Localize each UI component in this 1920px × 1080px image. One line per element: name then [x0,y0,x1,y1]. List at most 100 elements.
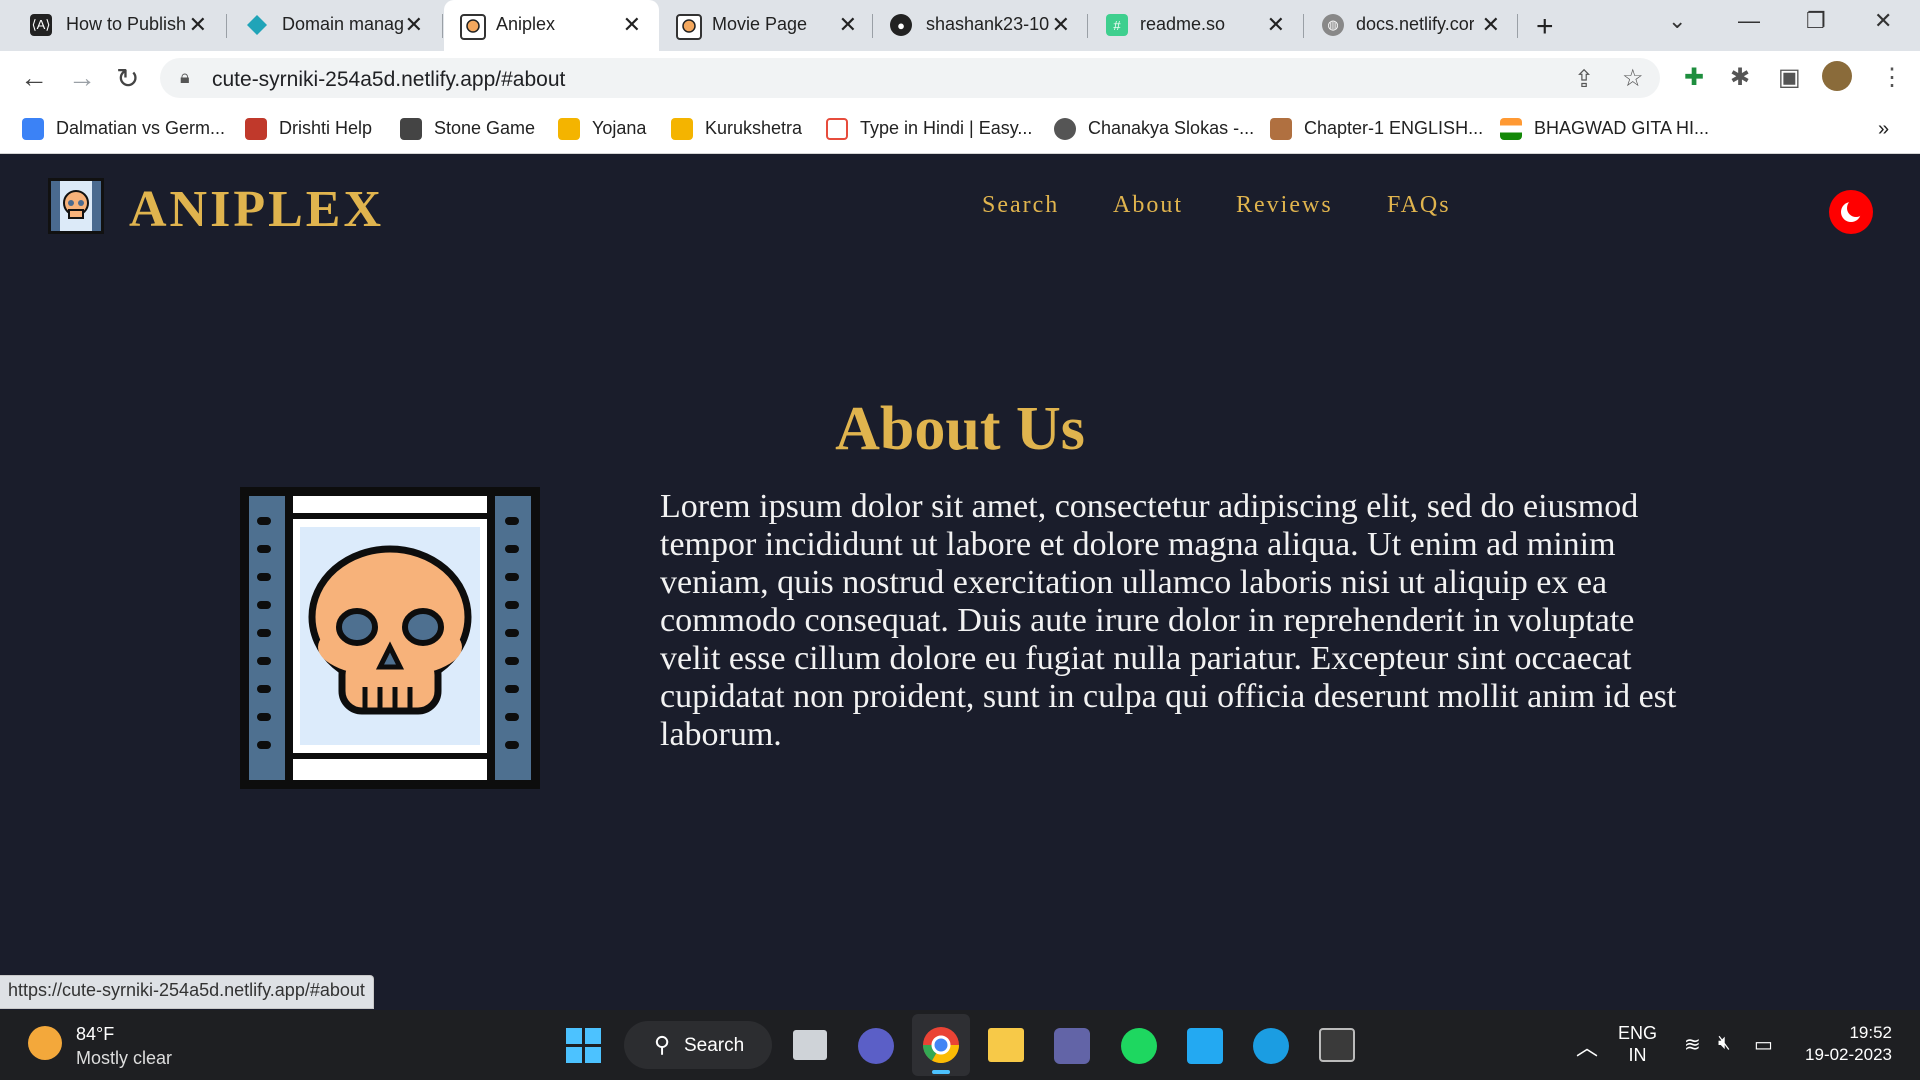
india-flag-icon [1500,118,1522,141]
more-bookmarks-icon[interactable]: » [1878,118,1889,141]
globe-icon [1054,118,1076,141]
nav-about[interactable]: About [1113,192,1183,219]
menu-kebab-icon[interactable]: ⋮ [1880,63,1904,92]
theme-toggle-button[interactable] [1829,190,1873,234]
region-code: IN [1628,1045,1647,1065]
close-icon[interactable]: ✕ [405,12,423,38]
tab-github[interactable]: ● shashank23-10 ✕ [874,0,1088,51]
minimize-icon[interactable]: — [1738,8,1760,34]
nav-search[interactable]: Search [982,192,1059,219]
aniplex-logo-icon[interactable] [47,177,105,235]
close-icon[interactable]: ✕ [1482,12,1500,38]
side-panel-icon[interactable]: ▣ [1778,63,1801,92]
teams-icon[interactable] [1054,1028,1090,1064]
forward-icon[interactable]: → [68,62,96,94]
nav-reviews[interactable]: Reviews [1236,192,1333,219]
taskbar-clock[interactable]: 19:52 19-02-2023 [1800,1022,1892,1066]
hash-icon: # [1106,14,1128,36]
taskbar-search-label: Search [684,1035,745,1056]
bookmark-item[interactable]: Stone Game [400,118,536,141]
brand-name[interactable]: ANIPLEX [129,180,384,239]
url-text[interactable]: cute-syrniki-254a5d.netlify.app/#about [212,68,565,92]
bookmark-label: Stone Game [434,118,536,138]
link-status-bubble: https://cute-syrniki-254a5d.netlify.app/… [0,975,374,1009]
edge-icon[interactable] [1253,1028,1289,1064]
address-bar[interactable]: 🔒︎ cute-syrniki-254a5d.netlify.app/#abou… [160,58,1660,98]
paw-icon [22,118,44,141]
clock-time: 19:52 [1849,1023,1892,1042]
bookmark-item[interactable]: Kurukshetra [671,118,802,141]
weather-temperature[interactable]: 84°F [76,1024,114,1045]
close-window-icon[interactable]: ✕ [1874,8,1892,34]
skull-film-icon [460,14,486,40]
profile-avatar[interactable] [1822,61,1852,91]
drishti-icon [245,118,267,141]
windows-taskbar: 84°F Mostly clear ⚲ Search ︿ ENG IN ≋ 🔇︎… [0,1010,1920,1080]
close-icon[interactable]: ✕ [623,12,641,38]
tab-netlify-docs[interactable]: ◍ docs.netlify.cor ✕ [1304,0,1518,51]
github-icon: ● [890,14,912,36]
extension-plus-icon[interactable]: ✚ [1684,63,1704,92]
bookmark-item[interactable]: Drishti Help [245,118,372,141]
tab-divider [442,14,443,38]
speaker-muted-icon[interactable]: 🔇︎ [1718,1032,1731,1055]
bookmark-item[interactable]: Dalmatian vs Germ... [22,118,225,141]
terminal-icon[interactable] [1319,1028,1355,1062]
bookmark-label: Type in Hindi | Easy... [860,118,1033,138]
back-icon[interactable]: ← [20,62,48,94]
tab-readme[interactable]: # readme.so ✕ [1088,0,1303,51]
new-tab-button[interactable]: + [1536,10,1554,44]
tab-movie-page[interactable]: Movie Page ✕ [660,0,875,51]
reload-icon[interactable]: ↻ [116,62,139,95]
close-icon[interactable]: ✕ [839,12,857,38]
bookmarks-bar: Dalmatian vs Germ... Drishti Help Stone … [0,106,1920,154]
tab-label: shashank23-10 [926,14,1050,34]
bookmark-item[interactable]: Chanakya Slokas -... [1054,118,1255,141]
tab-aniplex[interactable]: Aniplex ✕ [444,0,659,51]
file-explorer-icon[interactable] [988,1028,1024,1062]
vscode-icon[interactable] [1187,1028,1223,1064]
browser-tab-strip: ⟨A⟩ How to Publish ✕ Domain manag ✕ Anip… [0,0,1920,51]
chrome-taskbar-button[interactable] [912,1014,970,1076]
bookmark-star-icon[interactable]: ☆ [1622,64,1644,93]
language-indicator[interactable]: ENG IN [1618,1022,1657,1066]
codex-icon: ⟨A⟩ [30,14,52,36]
battery-icon[interactable]: ▭ [1754,1032,1773,1057]
nav-faqs[interactable]: FAQs [1387,192,1451,219]
chevron-up-icon[interactable]: ︿ [1576,1030,1598,1062]
taskbar-search[interactable]: ⚲ Search [624,1021,772,1069]
chevron-down-icon[interactable]: ⌄ [1668,8,1686,34]
lock-icon[interactable]: 🔒︎ [180,67,190,88]
bookmark-label: Yojana [592,118,647,138]
weather-description[interactable]: Mostly clear [76,1048,172,1069]
close-icon[interactable]: ✕ [189,12,207,38]
restore-icon[interactable]: ❐ [1806,8,1826,34]
tab-domain-management[interactable]: Domain manag ✕ [216,0,441,51]
close-icon[interactable]: ✕ [1267,12,1285,38]
task-view-icon[interactable] [793,1030,827,1060]
spotify-icon[interactable] [1121,1028,1157,1064]
weather-moon-icon[interactable] [28,1026,62,1060]
bookmark-item[interactable]: Type in Hindi | Easy... [826,118,1033,141]
about-heading: About Us [835,395,1085,463]
search-icon: ⚲ [654,1032,671,1057]
bookmark-item[interactable]: Chapter-1 ENGLISH... [1270,118,1483,141]
chrome-icon [923,1027,959,1064]
tab-how-to-publish[interactable]: ⟨A⟩ How to Publish ✕ [0,0,225,51]
bookmark-label: BHAGWAD GITA HI... [1534,118,1710,138]
bookmark-label: Chanakya Slokas -... [1088,118,1255,138]
skull-film-illustration [240,487,540,789]
close-icon[interactable]: ✕ [1052,12,1070,38]
graduation-cap-icon [671,118,693,141]
wifi-icon[interactable]: ≋ [1684,1032,1701,1057]
bookmark-item[interactable]: Yojana [558,118,647,141]
windows-start-icon[interactable] [566,1028,602,1064]
bookmark-item[interactable]: BHAGWAD GITA HI... [1500,118,1710,141]
netlify-diamond-icon [246,14,268,36]
chat-icon[interactable] [858,1028,894,1064]
skull-film-icon [676,14,702,40]
share-icon[interactable]: ⇪ [1574,65,1594,94]
stone-game-icon [400,118,422,141]
tab-label: docs.netlify.cor [1356,14,1474,34]
extensions-puzzle-icon[interactable]: ✱ [1730,63,1750,92]
